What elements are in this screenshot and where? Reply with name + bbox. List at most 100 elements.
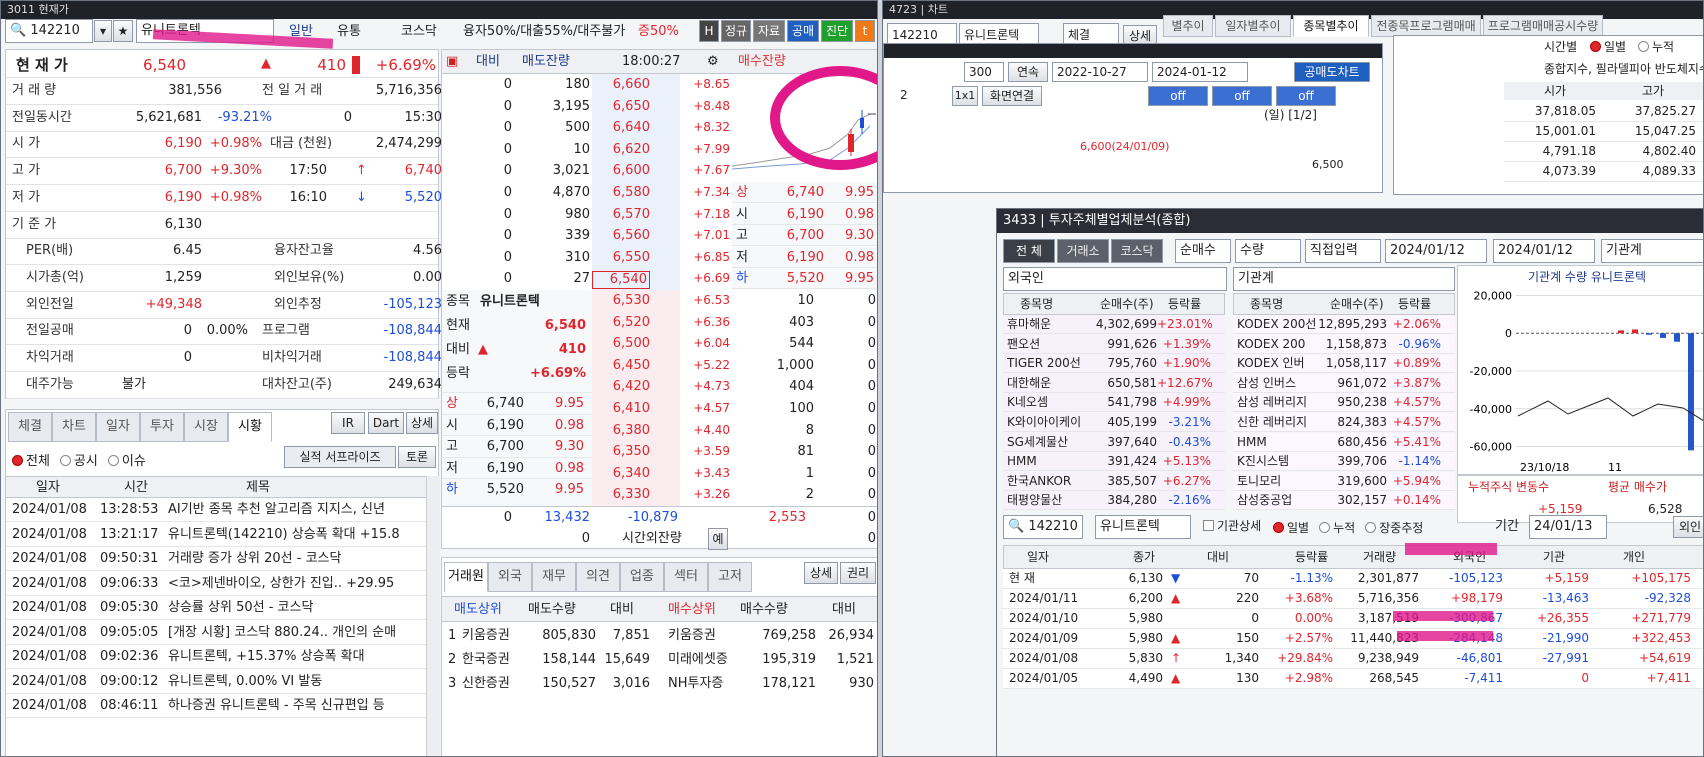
bid-row[interactable]: 6,450 +5.22 1,000 0 (592, 355, 877, 376)
w2-tab-1[interactable]: 일자별추이 (1215, 15, 1291, 37)
inst-detail-checkbox[interactable]: 기관상세 (1203, 519, 1261, 533)
w3-tab-2[interactable]: 코스닥 (1111, 239, 1163, 263)
chart-start-date[interactable]: 2022-10-27 (1052, 62, 1148, 82)
w3-inst-row[interactable]: KODEX 200 1,158,873 -0.96% (1233, 334, 1455, 354)
h-button[interactable]: H (699, 20, 719, 42)
ask-row[interactable]: 0 339 6,560 +7.01 (442, 225, 730, 246)
bid-row[interactable]: 6,410 +4.57 100 0 (592, 398, 877, 419)
screen-link-button[interactable]: 화면연결 (982, 86, 1042, 106)
direct-input-select[interactable]: 직접입력 (1305, 239, 1381, 263)
bid-row[interactable]: 6,520 +6.36 403 0 (592, 312, 877, 333)
ask-row[interactable]: 0 3,195 6,650 +8.48 (442, 96, 730, 117)
w3-inst-row[interactable]: 신한 레버리지 824,383 +4.57% (1233, 413, 1455, 432)
continuous-button[interactable]: 연속 (1008, 62, 1048, 82)
bid-row[interactable]: 6,500 +6.04 544 0 (592, 333, 877, 354)
w3-inst-row[interactable]: 삼성중공업 302,157 +0.14% (1233, 491, 1455, 511)
opt-daily[interactable]: 일별 (1590, 40, 1626, 54)
w3-start-date[interactable]: 2024/01/12 (1385, 239, 1487, 263)
dropdown-button[interactable]: ▾ (94, 20, 112, 42)
ask-row[interactable]: 0 980 6,570 +7.18 (442, 204, 730, 225)
news-tab-4[interactable]: 시장 (184, 412, 228, 442)
w3-radio-1[interactable]: 누적 (1319, 521, 1355, 535)
opt-cum[interactable]: 누적 (1638, 40, 1674, 54)
news-row[interactable]: 2024/01/08 09:00:12 유니트론텍, 0.00% VI 발동 (6, 670, 426, 694)
bid-row[interactable]: 6,330 +3.26 2 0 (592, 484, 877, 505)
filter-1[interactable]: 공시 (59, 454, 98, 469)
settings-icon[interactable]: ▣ (446, 54, 458, 70)
subwindow-titlebar[interactable] (884, 44, 1382, 58)
w3-tab-0[interactable]: 전 체 (1003, 239, 1055, 263)
off-toggle-3[interactable]: off (1276, 86, 1336, 106)
broker-tab-1[interactable]: 외국 (488, 562, 532, 592)
broker-row[interactable]: 2 한국증권 158,144 15,649 미래에셋증 195,319 1,521 (442, 648, 877, 672)
broker-row[interactable]: 3 신한증권 150,527 3,016 NH투자증 178,121 930 (442, 672, 877, 696)
ask-row[interactable]: 0 500 6,640 +8.32 (442, 117, 730, 138)
news-scrollbar[interactable] (426, 476, 440, 756)
data-button[interactable]: 자료 (753, 20, 785, 42)
w3-foreign-row[interactable]: 태평양물산 384,280 -2.16% (1003, 491, 1225, 511)
foreign-select[interactable]: 외국인 (1003, 267, 1227, 291)
bid-row[interactable]: 6,530 +6.53 10 0 (592, 290, 877, 311)
diagnosis-button[interactable]: 진단 (821, 20, 853, 42)
daily-row[interactable]: 현 재 6,130 ▼ 70 -1.13% 2,301,877 -105,123 +5,159… (1003, 569, 1703, 589)
ask-row[interactable]: 0 10 6,620 +7.99 (442, 139, 730, 160)
cum-shares-tab[interactable]: 누적주식 변동수 (1468, 480, 1549, 494)
qty-select[interactable]: 수량 (1235, 239, 1301, 263)
short-sell-button[interactable]: 공매 (787, 20, 819, 42)
w3-name-field[interactable]: 유니트론텍 (1095, 515, 1191, 539)
bid-row[interactable]: 6,350 +3.59 81 0 (592, 441, 877, 462)
bid-row[interactable]: 6,340 +3.43 1 0 (592, 463, 877, 484)
w3-foreign-row[interactable]: 한국ANKOR 385,507 +6.27% (1003, 471, 1225, 491)
off-toggle-2[interactable]: off (1212, 86, 1272, 106)
filter-2[interactable]: 이슈 (107, 454, 146, 469)
dart-button[interactable]: Dart (368, 412, 404, 434)
w3-foreign-row[interactable]: 휴마해운 4,302,699 +23.01% (1003, 315, 1225, 334)
inst-select[interactable]: 기관계 (1233, 267, 1455, 291)
w3-inst-row[interactable]: 토니모리 319,600 +5.94% (1233, 471, 1455, 491)
w3-inst-row[interactable]: 삼성 레버리지 950,238 +4.57% (1233, 393, 1455, 413)
tab-flow[interactable]: 유통 (337, 24, 361, 40)
w3-foreign-row[interactable]: HMM 391,424 +5.13% (1003, 452, 1225, 472)
w3-foreign-row[interactable]: K와이아이케이 405,199 -3.21% (1003, 413, 1225, 432)
ask-row[interactable]: 0 27 6,540 +6.69 (442, 268, 730, 289)
news-tab-2[interactable]: 일자 (96, 412, 140, 442)
ask-row[interactable]: 0 4,870 6,580 +7.34 (442, 182, 730, 203)
ob-tool-icon[interactable]: ⚙ (707, 54, 719, 70)
news-tab-5[interactable]: 시황 (228, 412, 272, 442)
w3-code-input[interactable]: 🔍 142210 (1003, 515, 1083, 539)
t-button[interactable]: t (855, 20, 875, 42)
broker-detail-button[interactable]: 상세 (804, 562, 838, 584)
detail-button[interactable]: 상세 (406, 412, 438, 434)
ask-row[interactable]: 0 3,021 6,600 +7.67 (442, 160, 730, 181)
earnings-surprise-button[interactable]: 실적 서프라이즈 (284, 446, 396, 468)
filter-0[interactable]: 전체 (12, 454, 50, 469)
daily-row[interactable]: 2024/01/095,980▲150+2.57%11,440,823-284,… (1003, 629, 1703, 649)
discussion-button[interactable]: 토론 (398, 446, 436, 468)
w3-foreign-row[interactable]: 대한해운 650,581 +12.67% (1003, 373, 1225, 393)
bars-count-input[interactable]: 300 (964, 62, 1004, 82)
bid-row[interactable]: 6,380 +4.40 8 0 (592, 420, 877, 441)
w2-tab-4[interactable]: 프로그램매매공시수량 (1483, 15, 1603, 37)
foreign-button[interactable]: 외인 (1673, 516, 1703, 538)
chart-end-date[interactable]: 2024-01-12 (1152, 62, 1248, 82)
layout-button[interactable]: 1x1 (952, 86, 978, 106)
w3-foreign-row[interactable]: SG세계물산 397,640 -0.43% (1003, 432, 1225, 452)
news-tab-0[interactable]: 체결 (8, 412, 52, 442)
broker-tab-3[interactable]: 의견 (576, 562, 620, 592)
ir-button[interactable]: IR (331, 412, 365, 434)
institution-select[interactable]: 기관계 (1601, 239, 1703, 263)
off-toggle-1[interactable]: off (1148, 86, 1208, 106)
w3-inst-row[interactable]: KODEX 200선 12,895,293 +2.06% (1233, 315, 1455, 334)
broker-right-button[interactable]: 권리 (840, 562, 876, 584)
w3-inst-row[interactable]: KODEX 인버 1,058,117 +0.89% (1233, 354, 1455, 374)
w3-foreign-row[interactable]: K네오셈 541,798 +4.99% (1003, 393, 1225, 413)
w3-tab-1[interactable]: 거래소 (1057, 239, 1109, 263)
broker-row[interactable]: 1 키움증권 805,830 7,851 키움증권 769,258 26,934 (442, 624, 877, 648)
news-row[interactable]: 2024/01/08 13:28:53 AI기반 종목 추천 알고리즘 지지스, 신… (6, 498, 426, 522)
opt-time[interactable]: 시간별 (1544, 40, 1577, 54)
news-tab-1[interactable]: 차트 (52, 412, 96, 442)
w3-inst-row[interactable]: K진시스템 399,706 -1.14% (1233, 452, 1455, 472)
news-row[interactable]: 2024/01/08 09:06:33 <코>제넨바이오, 상한가 진입.. +29… (6, 572, 426, 596)
w3-end-date[interactable]: 2024/01/12 (1493, 239, 1595, 263)
ask-row[interactable]: 0 180 6,660 +8.65 (442, 74, 730, 95)
